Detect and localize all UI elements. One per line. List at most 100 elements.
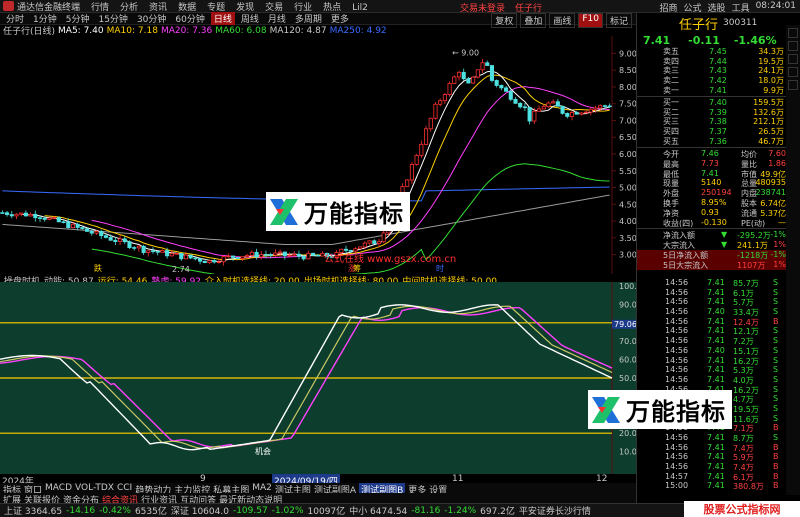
info-tab-0[interactable]: 扩展 (3, 493, 21, 503)
trade-side: S (773, 326, 779, 336)
indicator-tab-5[interactable]: 趋势动力 (135, 483, 171, 493)
indicator-tab-10[interactable]: 测试副图A (314, 483, 356, 493)
menu-item-7[interactable]: 行业 (294, 3, 312, 13)
period-tab-10[interactable]: 更多 (328, 12, 352, 25)
candle-body (452, 76, 457, 84)
indicator-tab-11[interactable]: 测试副图B (359, 483, 406, 493)
info-tab-3[interactable]: 综合资讯 (102, 493, 138, 503)
bid-row[interactable]: 买五 7.36 46.7万 (637, 136, 800, 146)
candle-body (287, 254, 292, 257)
trade-row: 14:56 7.40 15.1万 S (637, 346, 800, 356)
menu-item-3[interactable]: 数据 (178, 3, 196, 13)
menu-item-8[interactable]: 热点 (323, 3, 341, 13)
osc-y-tick: 70.00 (619, 337, 636, 346)
flow-cell: 1107万 (737, 260, 766, 270)
candle-body (466, 78, 471, 84)
period-tab-8[interactable]: 月线 (265, 12, 289, 25)
indicator-tab-8[interactable]: MA2 (252, 483, 272, 493)
period-tab-9[interactable]: 多周期 (292, 12, 325, 25)
y-tick: 8.00 (619, 83, 636, 92)
trade-row: 14:57 7.41 6.1万 B (637, 472, 800, 482)
candle-body (433, 103, 438, 119)
quote-row: 今开 7.46 均价 7.60 (637, 149, 800, 159)
trade-row: 14:56 7.41 12.1万 S (637, 326, 800, 336)
menu-item-9[interactable]: Lil2 (352, 3, 368, 13)
candle-body (541, 106, 546, 110)
period-tab-5[interactable]: 60分钟 (172, 12, 207, 25)
indicator-tab-4[interactable]: CCI (117, 483, 132, 493)
indicator-tab-6[interactable]: 主力监控 (174, 483, 210, 493)
period-tab-3[interactable]: 15分钟 (95, 12, 130, 25)
trade-side: B (773, 452, 779, 462)
watermark-url: 公式在线 www.gszx.com.cn (324, 254, 457, 265)
trade-side: S (773, 297, 779, 307)
indicator-tab-12[interactable]: 更多 (408, 483, 426, 493)
oscillator-chart[interactable]: 100.0090.0080.0070.0060.0050.0040.0030.0… (0, 282, 636, 474)
menu-item-1[interactable]: 分析 (120, 3, 138, 13)
indicator-tab-1[interactable]: 窗口 (24, 483, 42, 493)
oscillator-mid-line (0, 305, 613, 449)
info-tab-1[interactable]: 关联报价 (24, 493, 60, 503)
quote-row: 最低 7.41 市值 49.9亿 (637, 169, 800, 179)
info-tab-6[interactable]: 最近新动态说明 (219, 493, 282, 503)
trade-price: 7.41 (707, 316, 725, 326)
side-button-1[interactable] (788, 28, 798, 38)
candlestick-chart[interactable]: 9.00 8.50 8.00 7.50 7.00 6.50 6.00 5.50 5.00 4.50… (0, 36, 636, 274)
candle-body (146, 250, 151, 253)
period-tab-7[interactable]: 周线 (238, 12, 262, 25)
candle-body (551, 101, 556, 104)
info-tabs: 扩展 关联报价 资金分布 综合资讯 行业资讯 互动问答 最近新动态说明 (0, 493, 636, 503)
candle-body (278, 251, 283, 254)
period-tab-2[interactable]: 5分钟 (63, 12, 93, 25)
indicator-tab-9[interactable]: 测试主图 (275, 483, 311, 493)
flow-row: 大宗流入 ▼ 241.1万 1% (637, 240, 800, 250)
info-tab-2[interactable]: 资金分布 (63, 493, 99, 503)
menu-item-6[interactable]: 交易 (265, 3, 283, 13)
candle-body (85, 228, 90, 232)
trade-row: 14:56 7.41 7.2万 S (637, 336, 800, 346)
indicator-tab-3[interactable]: VOL-TDX (75, 483, 114, 493)
candle-body (372, 240, 377, 244)
side-button-4[interactable] (788, 67, 798, 77)
candle-body (588, 108, 593, 113)
quote-cell: 238741 (755, 188, 786, 198)
trade-side: S (773, 307, 779, 317)
indicator-tab-0[interactable]: 指标 (3, 483, 21, 493)
trade-row: 14:56 7.41 8.7万 S (637, 433, 800, 443)
trade-price: 7.41 (707, 433, 725, 442)
indicator-tab-13[interactable]: 设置 (429, 483, 447, 493)
info-tab-4[interactable]: 行业资讯 (141, 493, 177, 503)
side-button-2[interactable] (788, 41, 798, 51)
info-tab-5[interactable]: 互动问答 (180, 493, 216, 503)
ask-row[interactable]: 卖一 7.41 9.9万 (637, 85, 800, 95)
indicator-tab-7[interactable]: 私募主图 (213, 483, 249, 493)
period-tab-4[interactable]: 30分钟 (134, 12, 169, 25)
candle-body (259, 254, 264, 258)
trade-price: 7.41 (707, 278, 725, 287)
quote-panel: 任子行 300311 7.41 -0.11 -1.46% 卖五 7.45 34.3万… (636, 13, 800, 503)
menu-item-0[interactable]: 行情 (91, 3, 109, 13)
menu-item-2[interactable]: 资讯 (149, 3, 167, 13)
trade-row: 14:56 7.40 33.4万 S (637, 307, 800, 317)
candle-body (428, 117, 433, 130)
indicator-tab-2[interactable]: MACD (45, 483, 72, 493)
candle-body (593, 107, 598, 110)
menu-item-4[interactable]: 专题 (207, 3, 225, 13)
side-button-5[interactable] (788, 80, 798, 90)
candle-body (183, 254, 189, 260)
candle-body (442, 94, 447, 102)
trade-price: 7.41 (707, 326, 725, 336)
flow-row: 5日净流入额 -1218万 -1% (637, 249, 800, 260)
candle-body (565, 112, 570, 117)
candle-body (532, 110, 537, 122)
flow-cell: ▼ (721, 230, 728, 240)
quote-cell: 8.95% (701, 197, 727, 207)
menu-item-5[interactable]: 发现 (236, 3, 254, 13)
side-button-3[interactable] (788, 54, 798, 64)
ma-label-3: MA60: 6.08 (215, 25, 267, 36)
quote-cell: PE(动) (741, 218, 766, 228)
trade-row: 14:56 7.41 5.9万 B (637, 452, 800, 462)
period-tab-6[interactable]: 日线 (210, 12, 235, 25)
quote-cell: 250194 (701, 188, 732, 198)
candle-body (607, 105, 612, 108)
